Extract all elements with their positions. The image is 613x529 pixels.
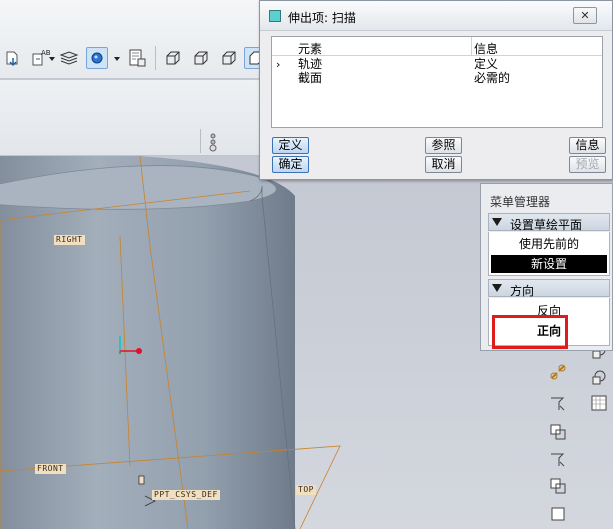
direction-header[interactable]: 方向: [488, 279, 610, 298]
layout-icon[interactable]: [126, 47, 148, 69]
datum-label-right[interactable]: RIGHT: [54, 235, 85, 245]
spin-control-icon[interactable]: [206, 132, 220, 155]
cancel-button[interactable]: 取消: [425, 156, 462, 173]
collapse-triangle-icon: [492, 218, 502, 226]
dialog-title: 伸出项: 扫描: [288, 11, 356, 25]
current-row-marker: ›: [276, 58, 281, 71]
sketch-tool-icon[interactable]: [548, 476, 570, 498]
sketch-tool-icon[interactable]: [548, 422, 570, 444]
element-cell: 轨迹: [298, 57, 323, 71]
datum-label-top[interactable]: TOP: [296, 485, 316, 495]
table-row[interactable]: 截面 必需的: [272, 72, 602, 86]
reference-button[interactable]: 参照: [425, 137, 462, 154]
close-icon: ✕: [580, 9, 590, 22]
preview-button[interactable]: 预览: [569, 156, 606, 173]
element-table: 元素 信息 › 轨迹 定义 截面 必需的: [271, 36, 603, 128]
sketch-tool-icon[interactable]: [548, 504, 570, 526]
menu-item-use-previous[interactable]: 使用先前的: [491, 235, 607, 253]
chain-link-icon[interactable]: [548, 362, 570, 384]
toolbar-divider: [155, 46, 156, 70]
sketch-tool-icon[interactable]: [548, 394, 570, 416]
shape-icon[interactable]: [590, 368, 612, 390]
info-button[interactable]: 信息: [569, 137, 606, 154]
sketch-plane-header-label: 设置草绘平面: [510, 218, 583, 232]
close-button[interactable]: ✕: [573, 7, 597, 24]
view-box-icon[interactable]: [162, 47, 184, 69]
side-column-bg: [590, 420, 612, 442]
header-divider: [272, 55, 602, 56]
annotation-highlight-box: [492, 315, 568, 349]
layers-icon[interactable]: [58, 47, 80, 69]
sketch-plane-menu: 使用先前的 新设置: [488, 232, 610, 276]
info-cell: 定义: [474, 57, 499, 71]
info-cell: 必需的: [474, 71, 511, 85]
collapse-triangle-icon: [492, 284, 502, 292]
grid-icon[interactable]: [590, 394, 612, 416]
chevron-down-icon[interactable]: [113, 55, 121, 63]
sketch-plane-header[interactable]: 设置草绘平面: [488, 213, 610, 232]
dialog-app-icon: [269, 10, 281, 22]
datum-label-csys[interactable]: PPT_CSYS_DEF: [152, 490, 220, 500]
sweep-dialog: 伸出项: 扫描 ✕ 元素 信息 › 轨迹 定义 截面 必需的 定义 参照 信息 …: [259, 0, 613, 180]
datum-label-front[interactable]: FRONT: [35, 464, 66, 474]
table-row[interactable]: › 轨迹 定义: [272, 58, 602, 72]
menu-manager-title: 菜单管理器: [490, 195, 551, 209]
element-cell: 截面: [298, 71, 323, 85]
direction-header-label: 方向: [510, 284, 535, 298]
datum-display-icon[interactable]: [86, 47, 108, 69]
ok-button[interactable]: 确定: [272, 156, 309, 173]
menu-item-new-setup[interactable]: 新设置: [491, 255, 607, 273]
sketch-tool-icon[interactable]: [548, 450, 570, 472]
chevron-down-icon[interactable]: [48, 55, 56, 63]
view-box-icon[interactable]: [190, 47, 212, 69]
insert-icon[interactable]: [2, 47, 24, 69]
view-box-icon[interactable]: [218, 47, 240, 69]
define-button[interactable]: 定义: [272, 137, 309, 154]
toolbar-divider: [200, 129, 201, 153]
dialog-titlebar[interactable]: 伸出项: 扫描 ✕: [260, 1, 612, 31]
column-divider: [471, 37, 472, 55]
